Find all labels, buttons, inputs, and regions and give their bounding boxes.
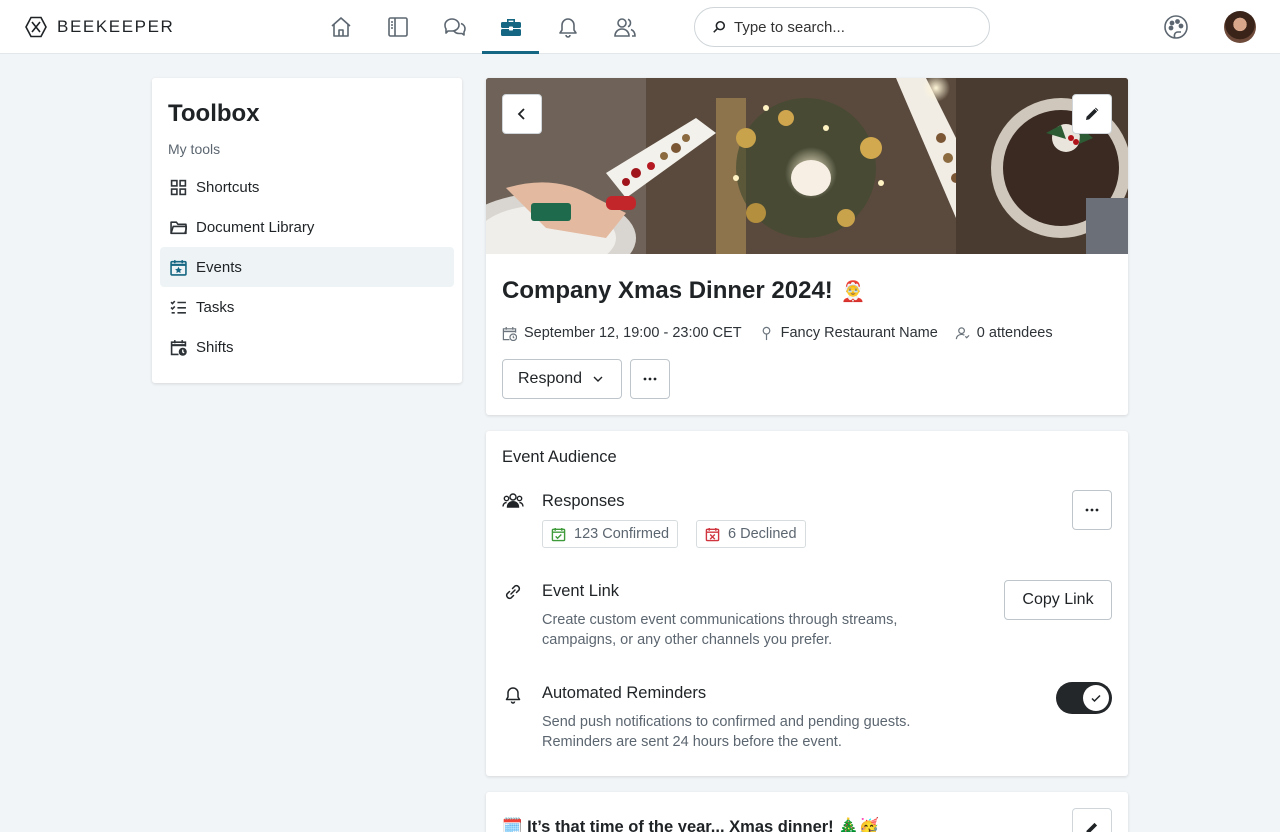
automated-reminders-description: Send push notifications to confirmed and… [542, 712, 982, 752]
search-bar[interactable] [694, 7, 990, 47]
tool-item-label: Tasks [196, 298, 235, 316]
event-location: Fancy Restaurant Name [780, 325, 938, 341]
book-icon [387, 17, 408, 37]
event-title-text: Company Xmas Dinner 2024! [502, 277, 833, 304]
grid-icon [170, 179, 187, 195]
bell-icon [505, 687, 521, 704]
tool-item-shifts[interactable]: Shifts [160, 327, 454, 367]
people-icon [613, 18, 636, 37]
palette-icon [1164, 15, 1188, 39]
confirmed-badge[interactable]: 123 Confirmed [542, 520, 679, 548]
toggle-knob [1083, 685, 1109, 711]
bell-icon [558, 18, 577, 38]
event-link-description-line: Create custom event communications throu… [542, 612, 898, 628]
nav-home[interactable] [312, 0, 369, 54]
checklist-icon [170, 300, 186, 314]
nav-notifications[interactable] [539, 0, 596, 54]
event-more-options-button[interactable] [630, 359, 670, 399]
tool-item-label: Shortcuts [196, 178, 260, 196]
event-post-card: 🗓️ It’s that time of the year... Xmas di… [486, 792, 1128, 832]
check-icon [1091, 694, 1101, 703]
respond-label: Respond [518, 370, 583, 387]
more-horizontal-icon [1085, 508, 1099, 512]
tool-item-label: Events [196, 258, 242, 276]
reminders-toggle[interactable] [1056, 682, 1112, 714]
reminders-description-line: Send push notifications to confirmed and… [542, 714, 911, 730]
nav-toolbox[interactable] [482, 0, 539, 54]
chevron-left-icon [517, 108, 525, 120]
event-detail-card: Company Xmas Dinner 2024! 🤶 September 12… [486, 78, 1128, 415]
location-pin-icon [762, 326, 771, 340]
declined-count: 6 Declined [728, 526, 797, 542]
automated-reminders-title: Automated Reminders [542, 684, 707, 702]
dinner-table-photo [486, 78, 1128, 254]
calendar-star-icon [170, 259, 187, 276]
event-meta: September 12, 19:00 - 23:00 CET Fancy Re… [502, 324, 1070, 342]
theme-palette-button[interactable] [1163, 14, 1189, 40]
pencil-icon [1086, 107, 1099, 120]
hexagon-logo-icon [25, 16, 47, 38]
search-icon [713, 20, 726, 33]
nav-chats[interactable] [426, 0, 483, 54]
tool-item-document-library[interactable]: Document Library [160, 207, 454, 247]
search-input[interactable] [734, 18, 974, 36]
link-icon [505, 584, 521, 600]
calendar-clock-icon [502, 326, 517, 341]
calendar-clock-icon [170, 339, 187, 356]
nav-people[interactable] [596, 0, 653, 54]
tool-item-label: Document Library [196, 218, 315, 236]
toolbox-icon [500, 19, 521, 36]
tool-item-tasks[interactable]: Tasks [160, 287, 454, 327]
nav-streams[interactable] [369, 0, 426, 54]
event-link-title: Event Link [542, 582, 620, 600]
responses-title: Responses [542, 492, 625, 510]
event-datetime: September 12, 19:00 - 23:00 CET [524, 325, 742, 341]
home-icon [330, 17, 351, 37]
responses-more-options-button[interactable] [1072, 490, 1112, 530]
event-audience-card: Event Audience Responses 123 Confirmed 6… [486, 431, 1128, 776]
event-title: Company Xmas Dinner 2024! 🤶 [502, 277, 866, 305]
event-attendees: 0 attendees [976, 325, 1053, 341]
more-horizontal-icon [643, 377, 657, 381]
respond-dropdown-button[interactable]: Respond [502, 359, 622, 399]
calendar-x-icon [705, 527, 720, 541]
tool-item-shortcuts[interactable]: Shortcuts [160, 167, 454, 207]
pencil-icon [1086, 822, 1098, 832]
folder-icon [170, 220, 187, 234]
event-banner-image [486, 78, 1128, 254]
back-button[interactable] [502, 94, 542, 134]
people-icon [502, 493, 524, 508]
beekeeper-logo[interactable]: BEEKEEPER [24, 15, 174, 39]
brand-name: BEEKEEPER [57, 17, 175, 36]
confirmed-count: 123 Confirmed [574, 526, 670, 542]
top-navigation-bar: BEEKEEPER [0, 0, 1280, 54]
toolbox-title: Toolbox [168, 100, 260, 127]
post-title: 🗓️ It’s that time of the year... Xmas di… [502, 818, 880, 832]
edit-post-button[interactable] [1072, 808, 1112, 832]
chat-icon [443, 18, 466, 36]
event-audience-title: Event Audience [502, 448, 617, 466]
event-link-description: Create custom event communications throu… [542, 610, 962, 650]
tool-item-events[interactable]: Events [160, 247, 454, 287]
calendar-check-icon [551, 527, 566, 541]
copy-link-button[interactable]: Copy Link [1004, 580, 1112, 620]
toolbox-panel: Toolbox My tools Shortcuts Document Libr… [152, 78, 462, 383]
chevron-down-icon [593, 376, 603, 382]
user-avatar[interactable] [1224, 11, 1256, 43]
edit-event-button[interactable] [1072, 94, 1112, 134]
attendees-icon [955, 326, 970, 339]
toolbox-subtitle: My tools [168, 141, 221, 157]
event-link-description-line: campaigns, or any other channels you pre… [542, 632, 833, 648]
tool-item-label: Shifts [196, 338, 234, 356]
reminders-description-line: Reminders are sent 24 hours before the e… [542, 734, 842, 750]
event-title-emoji: 🤶 [840, 280, 866, 303]
declined-badge[interactable]: 6 Declined [696, 520, 806, 548]
